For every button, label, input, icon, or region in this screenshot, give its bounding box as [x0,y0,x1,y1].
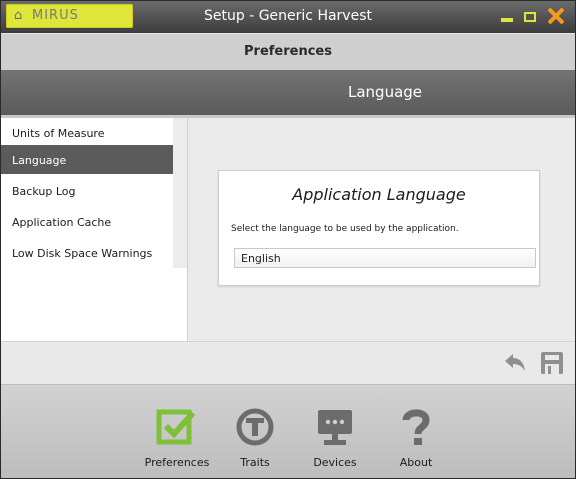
window-title: Setup - Generic Harvest [204,8,372,24]
nav-traits[interactable]: Traits [229,385,281,478]
section-title: Preferences [244,44,332,59]
panel-title: Language [348,83,423,101]
sidebar-item-label: Backup Log [12,185,76,198]
sidebar-item-label: Language [12,154,67,167]
nav-about[interactable]: About [393,385,439,478]
app-window: ⌂ MIRUS Setup - Generic Harvest Preferen… [0,0,576,479]
sidebar-item-language[interactable]: Language [1,145,173,174]
chevron-down-icon: ⌄ [241,252,248,261]
language-card: Application Language Select the language… [218,170,540,286]
save-icon[interactable] [541,352,563,374]
checkbox-icon [156,409,196,445]
sidebar: Units of Measure Language Backup Log App… [1,118,188,341]
nav-devices[interactable]: Devices [305,385,365,478]
nav-label: Devices [313,456,357,469]
nav-label: About [399,456,433,469]
monitor-icon [318,410,352,445]
trait-icon [236,408,274,446]
section-bar: Preferences [1,33,575,71]
maximize-icon[interactable] [524,12,536,22]
sidebar-item-label: Low Disk Space Warnings [12,247,153,260]
sidebar-item-units-of-measure[interactable]: Units of Measure [1,118,173,148]
nav-label: Preferences [144,456,210,469]
sidebar-item-backup-log[interactable]: Backup Log [1,176,173,206]
minimize-icon[interactable] [501,9,514,25]
close-icon[interactable] [545,5,567,27]
language-select[interactable]: English ⌄ [234,248,536,268]
nav-preferences[interactable]: Preferences [141,385,213,478]
card-description: Select the language to be used by the ap… [231,224,459,234]
title-bar: ⌂ MIRUS Setup - Generic Harvest [1,1,575,33]
panel-header: Language [1,70,575,118]
sidebar-item-application-cache[interactable]: Application Cache [1,207,173,237]
sidebar-item-low-disk-space-warnings[interactable]: Low Disk Space Warnings [1,238,173,268]
sidebar-scrollbar[interactable] [173,118,187,268]
action-bar [1,341,575,386]
question-icon [402,409,430,445]
nav-label: Traits [240,456,270,469]
sidebar-item-label: Units of Measure [12,127,105,140]
card-title: Application Language [292,185,466,204]
content-pane: Application Language Select the language… [188,118,575,341]
bottom-nav: Preferences Traits Devices About [1,385,575,478]
undo-icon[interactable] [504,353,526,373]
sidebar-item-label: Application Cache [12,216,112,229]
